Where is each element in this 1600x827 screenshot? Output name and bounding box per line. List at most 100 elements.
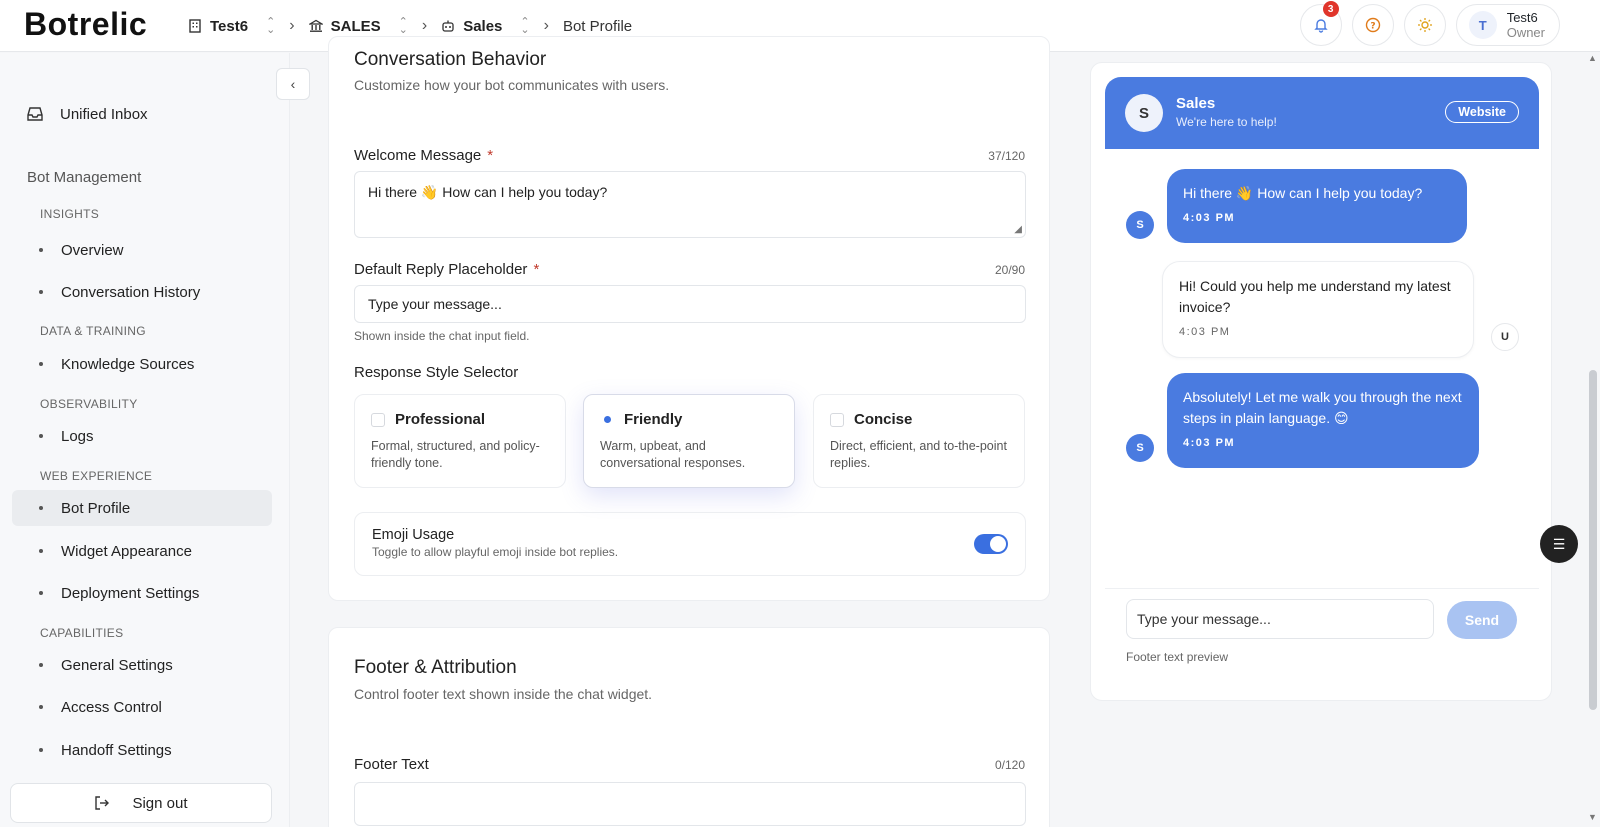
breadcrumb-current: Bot Profile [562,17,633,35]
inbox-icon [27,107,43,121]
bot-message: Absolutely! Let me walk you through the … [1167,373,1479,468]
sidebar-item-label: Deployment Settings [61,584,200,602]
bullet-icon [39,434,43,438]
bank-icon [308,19,323,32]
notifications-button[interactable]: 3 [1299,1,1342,46]
send-button[interactable]: Send [1447,601,1517,639]
floating-menu-button[interactable]: ☰ [1540,525,1578,563]
bot-message: Hi there 👋 How can I help you today? 4:0… [1167,169,1467,243]
notification-badge: 3 [1322,1,1339,17]
bullet-icon [39,506,43,510]
required-mark: * [487,147,494,164]
default-reply-placeholder-input[interactable]: Type your message... [354,285,1026,323]
app-logo[interactable]: Botrelic [24,6,147,43]
style-option-friendly[interactable]: Friendly Warm, upbeat, and conversationa… [583,394,795,488]
sidebar-item-general-settings[interactable]: General Settings [12,647,272,683]
scroll-down-icon[interactable]: ▼ [1588,812,1597,822]
message-text: Hi there 👋 How can I help you today? [1183,185,1423,201]
message-time: 4:03 PM [1183,212,1236,224]
sidebar-group-bot-management[interactable]: Bot Management [27,169,141,186]
collapse-sidebar-button[interactable]: ‹ [276,68,310,100]
sidebar-item-label: General Settings [61,656,173,674]
chevron-right-icon: › [289,17,295,34]
bell-icon [1314,19,1328,33]
section-subtitle: Customize how your bot communicates with… [354,77,670,93]
bullet-icon [39,362,43,366]
bullet-icon [39,705,43,709]
style-description: Direct, efficient, and to-the-point repl… [830,439,1007,470]
sun-icon [1417,18,1432,32]
chat-bot-subtitle: We're here to help! [1176,115,1277,129]
user-role: Owner [1506,25,1545,40]
emoji-usage-title: Emoji Usage [372,527,455,543]
sidebar-item-bot-profile[interactable]: Bot Profile [12,490,272,526]
sign-out-button[interactable]: Sign out [10,783,272,823]
welcome-message-counter: 37/120 [988,149,1025,163]
user-menu[interactable]: T Test6 Owner [1455,4,1560,46]
style-description: Warm, upbeat, and conversational respons… [600,439,746,470]
channel-pill[interactable]: Website [1445,101,1519,123]
radio-unchecked-icon [371,412,385,427]
style-name: Concise [854,411,913,428]
resize-handle-icon[interactable]: ◢ [1014,224,1022,235]
chevron-updown-icon[interactable]: ⌃ ⌄ [399,17,408,36]
footer-text-counter: 0/120 [994,758,1025,772]
sidebar-item-logs[interactable]: Logs [12,418,272,454]
logout-icon [95,796,110,810]
sidebar-item-deployment-settings[interactable]: Deployment Settings [12,575,272,611]
message-time: 4:03 PM [1179,326,1231,338]
message-text: Hi! Could you help me understand my late… [1179,278,1451,315]
bullet-icon [39,663,43,667]
list-icon: ☰ [1552,535,1566,552]
label-text: Default Reply Placeholder [354,261,528,278]
section-subtitle: Control footer text shown inside the cha… [354,686,653,702]
style-option-concise[interactable]: Concise Direct, efficient, and to-the-po… [813,394,1025,488]
welcome-message-input[interactable]: Hi there 👋 How can I help you today? ◢ [354,171,1026,238]
sidebar-section-observability: OBSERVABILITY [40,397,138,411]
chevron-right-icon: › [543,17,549,34]
help-button[interactable]: ? [1351,4,1394,46]
chevron-left-icon: ‹ [290,76,296,92]
bot-avatar: S [1126,211,1154,239]
chevron-updown-icon[interactable]: ⌃ ⌄ [266,17,275,36]
sidebar-item-widget-appearance[interactable]: Widget Appearance [12,533,272,569]
breadcrumb-bot[interactable]: Sales [441,18,502,35]
breadcrumb-bot-label: Sales [463,17,503,35]
chat-message-input[interactable]: Type your message... [1126,599,1434,639]
sidebar-item-label: Handoff Settings [61,741,172,759]
sidebar-item-label: Conversation History [61,283,201,301]
theme-toggle-button[interactable] [1403,4,1446,46]
scrollbar-thumb[interactable] [1589,370,1597,710]
sidebar-section-capabilities: CAPABILITIES [40,626,124,640]
placeholder-counter: 20/90 [994,263,1025,277]
chat-bot-name: Sales [1176,95,1216,112]
widget-preview-panel: S Sales We're here to help! Website Hi t… [1090,62,1552,701]
sidebar-item-conversation-history[interactable]: Conversation History [12,274,272,310]
default-reply-placeholder-label: Default Reply Placeholder * [354,261,539,278]
scroll-up-icon[interactable]: ▲ [1588,53,1597,63]
sidebar-item-unified-inbox[interactable]: Unified Inbox [26,105,148,123]
user-avatar: U [1491,323,1519,351]
section-title: Conversation Behavior [354,49,547,70]
svg-text:?: ? [1370,22,1375,32]
bullet-icon [39,549,43,553]
bullet-icon [39,248,43,252]
sidebar-item-overview[interactable]: Overview [12,232,272,268]
sidebar-section-insights: INSIGHTS [40,207,100,221]
sidebar-section-web-experience: WEB EXPERIENCE [40,469,153,483]
emoji-usage-description: Toggle to allow playful emoji inside bot… [372,545,619,559]
breadcrumb-workspace[interactable]: Test6 [188,18,248,35]
placeholder-helper-text: Shown inside the chat input field. [354,329,530,343]
bot-avatar: S [1126,434,1154,462]
chevron-updown-icon[interactable]: ⌃ ⌄ [520,17,529,36]
breadcrumb-org-label: SALES [330,17,381,35]
sidebar-item-label: Bot Profile [61,499,131,517]
sidebar-item-knowledge-sources[interactable]: Knowledge Sources [12,346,272,382]
sidebar-item-handoff-settings[interactable]: Handoff Settings [12,732,272,768]
breadcrumb-org[interactable]: SALES [308,17,381,35]
emoji-usage-toggle[interactable] [974,534,1008,554]
sidebar-item-access-control[interactable]: Access Control [12,689,272,725]
conversation-behavior-card: Conversation Behavior Customize how your… [328,36,1050,601]
footer-text-input[interactable] [354,782,1026,826]
style-option-professional[interactable]: Professional Formal, structured, and pol… [354,394,566,488]
